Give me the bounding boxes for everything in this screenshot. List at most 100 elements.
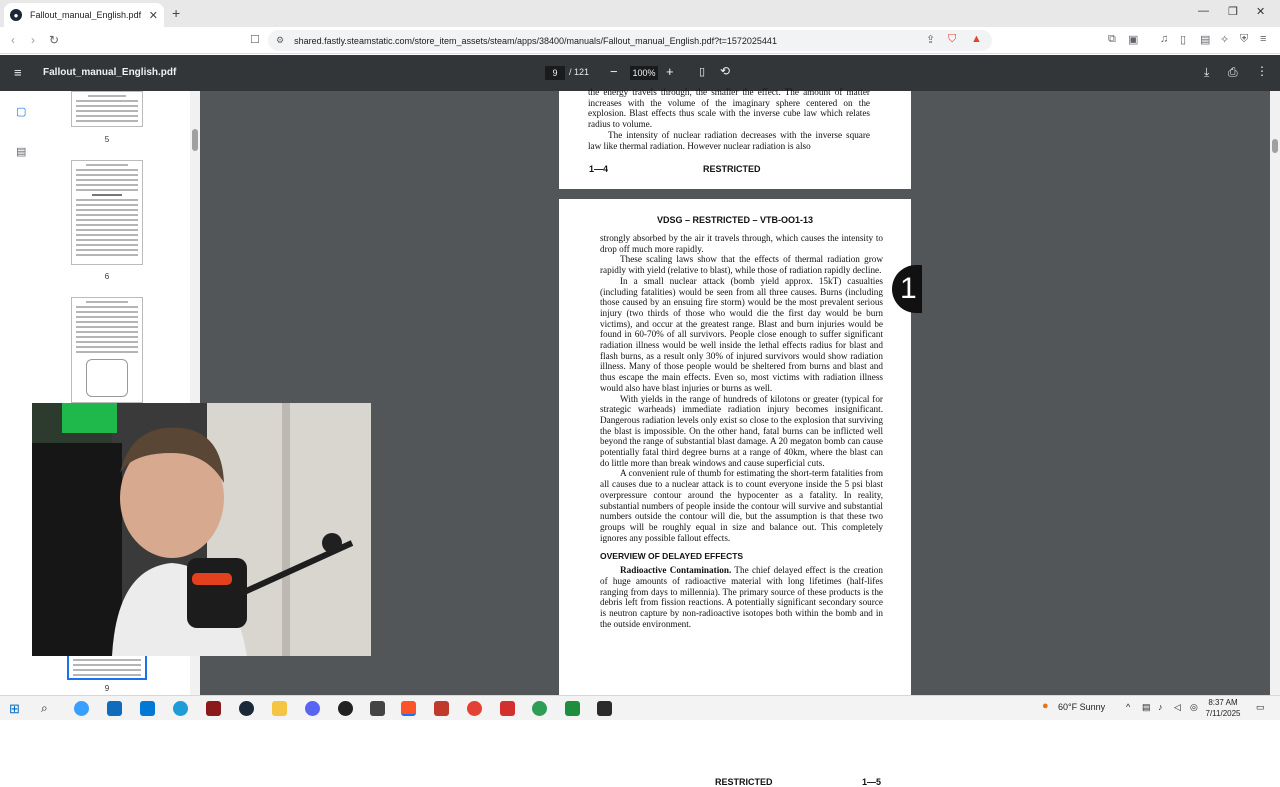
wallet-icon[interactable]: ▤	[1200, 33, 1210, 46]
page-footer-number: 1—5	[862, 777, 882, 787]
thumbnail-page-5[interactable]	[71, 91, 143, 127]
page-text: The intensity of nuclear radiation decre…	[588, 129, 870, 151]
bookmark-icon[interactable]: ☐	[250, 33, 260, 46]
address-bar[interactable]: ⚙ shared.fastly.steamstatic.com/store_it…	[268, 30, 992, 51]
site-info-icon[interactable]: ⚙	[276, 35, 284, 46]
obs-icon[interactable]	[338, 701, 353, 716]
app-icon[interactable]	[434, 701, 449, 716]
page-body: strongly absorbed by the air it travels …	[600, 233, 883, 629]
chapter-tab: 1	[892, 265, 922, 313]
page-paragraph: In a small nuclear attack (bomb yield ap…	[600, 275, 883, 393]
weather-icon[interactable]: ●	[1042, 700, 1049, 712]
thumbnail-number: 9	[104, 684, 110, 693]
tab-close-icon[interactable]: ✕	[149, 9, 158, 22]
steam-favicon-icon: ●	[10, 9, 22, 21]
thumbnail-page-6[interactable]	[71, 160, 143, 265]
media-icon[interactable]: ♫	[1160, 33, 1168, 45]
forward-arrow-icon[interactable]: ›	[31, 33, 35, 47]
app-icon[interactable]	[500, 701, 515, 716]
download-icon[interactable]: ⤓	[1204, 65, 1209, 80]
brave-shield-icon[interactable]: ⛉	[948, 33, 956, 46]
back-arrow-icon[interactable]: ‹	[11, 33, 15, 47]
clock-time: 8:37 AM	[1208, 698, 1238, 707]
close-window-button[interactable]: ✕	[1256, 5, 1265, 18]
pdf-toolbar: ≡ Fallout_manual_English.pdf 9 / 121 − 1…	[0, 55, 1280, 91]
rotate-icon[interactable]: ⟲	[720, 64, 730, 78]
discord-icon[interactable]	[305, 701, 320, 716]
pdf-page-9: VDSG – RESTRICTED – VTB-OO1-13 1 strongl…	[559, 199, 922, 787]
tab-title: Fallout_manual_English.pdf	[30, 10, 142, 20]
page-paragraph: A convenient rule of thumb for estimatin…	[600, 468, 883, 543]
app-icon[interactable]	[565, 701, 580, 716]
volume-icon[interactable]: ◁	[1174, 702, 1181, 713]
more-options-icon[interactable]: ⋮	[1256, 64, 1268, 78]
thumbnail-page-7[interactable]	[71, 297, 143, 403]
edge-icon[interactable]	[173, 701, 188, 716]
sidebar-icon[interactable]: ▯	[1180, 33, 1186, 46]
new-tab-button[interactable]: +	[172, 5, 180, 21]
minimize-button[interactable]: —	[1198, 5, 1209, 17]
windows-taskbar: ⊞ ⌕ ● 60°F Sunny ^ ▤ ♪ ◁ ◎ 8:37 AM 7/11/…	[0, 695, 1280, 720]
page-footer-number: 1—4	[589, 164, 609, 174]
fit-page-icon[interactable]: ▯	[699, 65, 705, 78]
screenshot-icon[interactable]: ▣	[1128, 33, 1138, 46]
page-paragraph: strongly absorbed by the air it travels …	[600, 233, 883, 254]
page-paragraph: These scaling laws show that the effects…	[600, 254, 883, 276]
zoom-input[interactable]: 100%	[630, 66, 658, 80]
pdf-filename: Fallout_manual_English.pdf	[43, 67, 177, 78]
thumbnails-view-icon[interactable]: ▢	[16, 105, 26, 118]
store-icon[interactable]	[107, 701, 122, 716]
webcam-overlay	[32, 403, 371, 656]
leo-icon[interactable]: ✧	[1220, 33, 1229, 46]
page-running-header: VDSG – RESTRICTED – VTB-OO1-13	[656, 215, 814, 225]
pdf-page-8: the energy travels through, the smaller …	[559, 87, 911, 189]
clock-date: 7/11/2025	[1205, 709, 1241, 718]
zoom-out-button[interactable]: −	[610, 64, 618, 79]
app-icon[interactable]	[370, 701, 385, 716]
outline-view-icon[interactable]: ▤	[16, 145, 26, 158]
page-total: / 121	[569, 67, 590, 77]
app-icon[interactable]	[597, 701, 612, 716]
brave-rewards-icon[interactable]: ▲	[971, 33, 982, 45]
microphone-icon[interactable]: ♪	[1158, 702, 1163, 712]
browser-tab[interactable]: ● Fallout_manual_English.pdf ✕	[4, 3, 164, 27]
app-icon[interactable]	[532, 701, 547, 716]
print-icon[interactable]: ⎙	[1228, 65, 1238, 80]
browser-toolbar: ‹ › ↻ ☐ ⚙ shared.fastly.steamstatic.com/…	[0, 27, 1280, 54]
vpn-icon[interactable]: ⛨	[1240, 33, 1248, 46]
tab-strip: ● Fallout_manual_English.pdf ✕ + — ❐ ✕	[0, 0, 1280, 27]
vault-boy-illustration	[86, 359, 128, 397]
taskbar-clock[interactable]: 8:37 AM 7/11/2025	[1200, 697, 1246, 719]
network-icon[interactable]: ◎	[1190, 702, 1198, 713]
zoom-in-button[interactable]: +	[666, 64, 674, 79]
url-text: shared.fastly.steamstatic.com/store_item…	[294, 35, 777, 46]
weather-text[interactable]: 60°F Sunny	[1058, 702, 1105, 712]
tray-chevron-icon[interactable]: ^	[1126, 702, 1130, 712]
document-scrollbar[interactable]	[1270, 91, 1280, 695]
thumbnail-number: 5	[104, 135, 110, 144]
page-footer-restricted: RESTRICTED	[715, 777, 773, 787]
file-explorer-icon[interactable]	[272, 701, 287, 716]
page-paragraph: With yields in the range of hundreds of …	[600, 393, 883, 468]
notification-icon[interactable]: ▭	[1256, 702, 1265, 713]
share-icon[interactable]: ⇪	[926, 33, 935, 46]
maximize-button[interactable]: ❐	[1228, 5, 1238, 18]
subsection-heading: Radioactive Contamination.	[620, 565, 732, 576]
copilot-icon[interactable]	[74, 701, 89, 716]
thumbnail-page-9[interactable]	[67, 654, 147, 680]
page-number-input[interactable]: 9	[545, 66, 565, 80]
steam-icon[interactable]	[239, 701, 254, 716]
webcam-image	[32, 403, 371, 656]
chrome-icon[interactable]	[467, 701, 482, 716]
search-icon[interactable]: ⌕	[41, 701, 56, 716]
outlook-icon[interactable]	[140, 701, 155, 716]
reload-icon[interactable]: ↻	[49, 33, 59, 47]
brave-browser-icon[interactable]	[401, 701, 416, 716]
tray-app-icon[interactable]: ▤	[1142, 702, 1151, 713]
app-icon[interactable]	[206, 701, 221, 716]
menu-icon[interactable]: ≡	[1260, 33, 1266, 45]
extension-icon[interactable]: ⧉	[1108, 33, 1116, 46]
page-footer-restricted: RESTRICTED	[703, 164, 761, 174]
start-icon[interactable]: ⊞	[9, 701, 24, 716]
hamburger-menu-icon[interactable]: ≡	[14, 65, 22, 80]
